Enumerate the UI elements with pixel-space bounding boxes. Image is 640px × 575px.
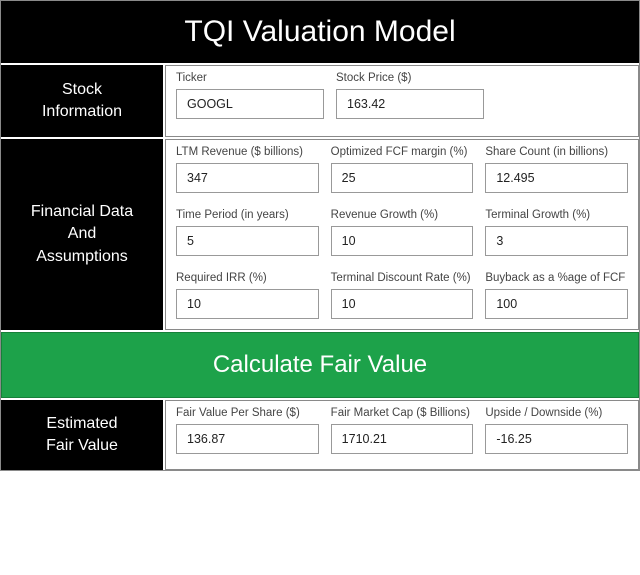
calculate-button[interactable]: Calculate Fair Value: [1, 332, 639, 398]
calculate-row: Calculate Fair Value: [1, 330, 639, 398]
field-terminal-growth: Terminal Growth (%): [485, 209, 628, 256]
buyback-pct-input[interactable]: [485, 289, 628, 319]
filler: [496, 72, 628, 126]
section-content-financial: LTM Revenue ($ billions) Optimized FCF m…: [165, 139, 639, 330]
field-label: Ticker: [176, 72, 324, 84]
fair-market-cap-output[interactable]: [331, 424, 474, 454]
section-content-estimated: Fair Value Per Share ($) Fair Market Cap…: [165, 400, 639, 470]
field-ltm-revenue: LTM Revenue ($ billions): [176, 146, 319, 193]
label-line: Fair Value: [46, 435, 118, 457]
field-label: Terminal Discount Rate (%): [331, 272, 474, 284]
field-label: Optimized FCF margin (%): [331, 146, 474, 158]
field-label: Buyback as a %age of FCF: [485, 272, 628, 284]
label-line: Financial Data: [31, 201, 133, 223]
field-label: Upside / Downside (%): [485, 407, 628, 419]
field-label: Fair Market Cap ($ Billions): [331, 407, 474, 419]
field-label: LTM Revenue ($ billions): [176, 146, 319, 158]
section-label-estimated: Estimated Fair Value: [1, 400, 165, 470]
field-label: Required IRR (%): [176, 272, 319, 284]
stock-price-input[interactable]: [336, 89, 484, 119]
section-label-financial: Financial Data And Assumptions: [1, 139, 165, 330]
label-line: Stock: [62, 79, 102, 101]
field-fair-value-per-share: Fair Value Per Share ($): [176, 407, 319, 459]
field-label: Fair Value Per Share ($): [176, 407, 319, 419]
field-label: Revenue Growth (%): [331, 209, 474, 221]
fcf-margin-input[interactable]: [331, 163, 474, 193]
field-stock-price: Stock Price ($): [336, 72, 484, 126]
field-upside-downside: Upside / Downside (%): [485, 407, 628, 459]
field-share-count: Share Count (in billions): [485, 146, 628, 193]
field-time-period: Time Period (in years): [176, 209, 319, 256]
label-line: Information: [42, 101, 122, 123]
ticker-input[interactable]: [176, 89, 324, 119]
field-label: Time Period (in years): [176, 209, 319, 221]
terminal-discount-input[interactable]: [331, 289, 474, 319]
ltm-revenue-input[interactable]: [176, 163, 319, 193]
field-fair-market-cap: Fair Market Cap ($ Billions): [331, 407, 474, 459]
required-irr-input[interactable]: [176, 289, 319, 319]
field-row: Required IRR (%) Terminal Discount Rate …: [176, 272, 628, 319]
label-line: And: [68, 223, 96, 245]
field-label: Terminal Growth (%): [485, 209, 628, 221]
upside-downside-output[interactable]: [485, 424, 628, 454]
section-label-stock: Stock Information: [1, 65, 165, 137]
label-line: Assumptions: [36, 246, 128, 268]
section-financial-data: Financial Data And Assumptions LTM Reven…: [1, 137, 639, 330]
field-revenue-growth: Revenue Growth (%): [331, 209, 474, 256]
field-label: Stock Price ($): [336, 72, 484, 84]
field-ticker: Ticker: [176, 72, 324, 126]
field-row: Time Period (in years) Revenue Growth (%…: [176, 209, 628, 256]
share-count-input[interactable]: [485, 163, 628, 193]
terminal-growth-input[interactable]: [485, 226, 628, 256]
label-line: Estimated: [46, 413, 117, 435]
revenue-growth-input[interactable]: [331, 226, 474, 256]
field-required-irr: Required IRR (%): [176, 272, 319, 319]
page-title: TQI Valuation Model: [1, 1, 639, 65]
field-terminal-discount: Terminal Discount Rate (%): [331, 272, 474, 319]
valuation-model: TQI Valuation Model Stock Information Ti…: [0, 0, 640, 471]
field-fcf-margin: Optimized FCF margin (%): [331, 146, 474, 193]
fair-value-per-share-output[interactable]: [176, 424, 319, 454]
section-estimated: Estimated Fair Value Fair Value Per Shar…: [1, 398, 639, 470]
section-stock-information: Stock Information Ticker Stock Price ($): [1, 65, 639, 137]
field-buyback-pct: Buyback as a %age of FCF: [485, 272, 628, 319]
field-row: LTM Revenue ($ billions) Optimized FCF m…: [176, 146, 628, 193]
time-period-input[interactable]: [176, 226, 319, 256]
field-label: Share Count (in billions): [485, 146, 628, 158]
section-content-stock: Ticker Stock Price ($): [165, 65, 639, 137]
